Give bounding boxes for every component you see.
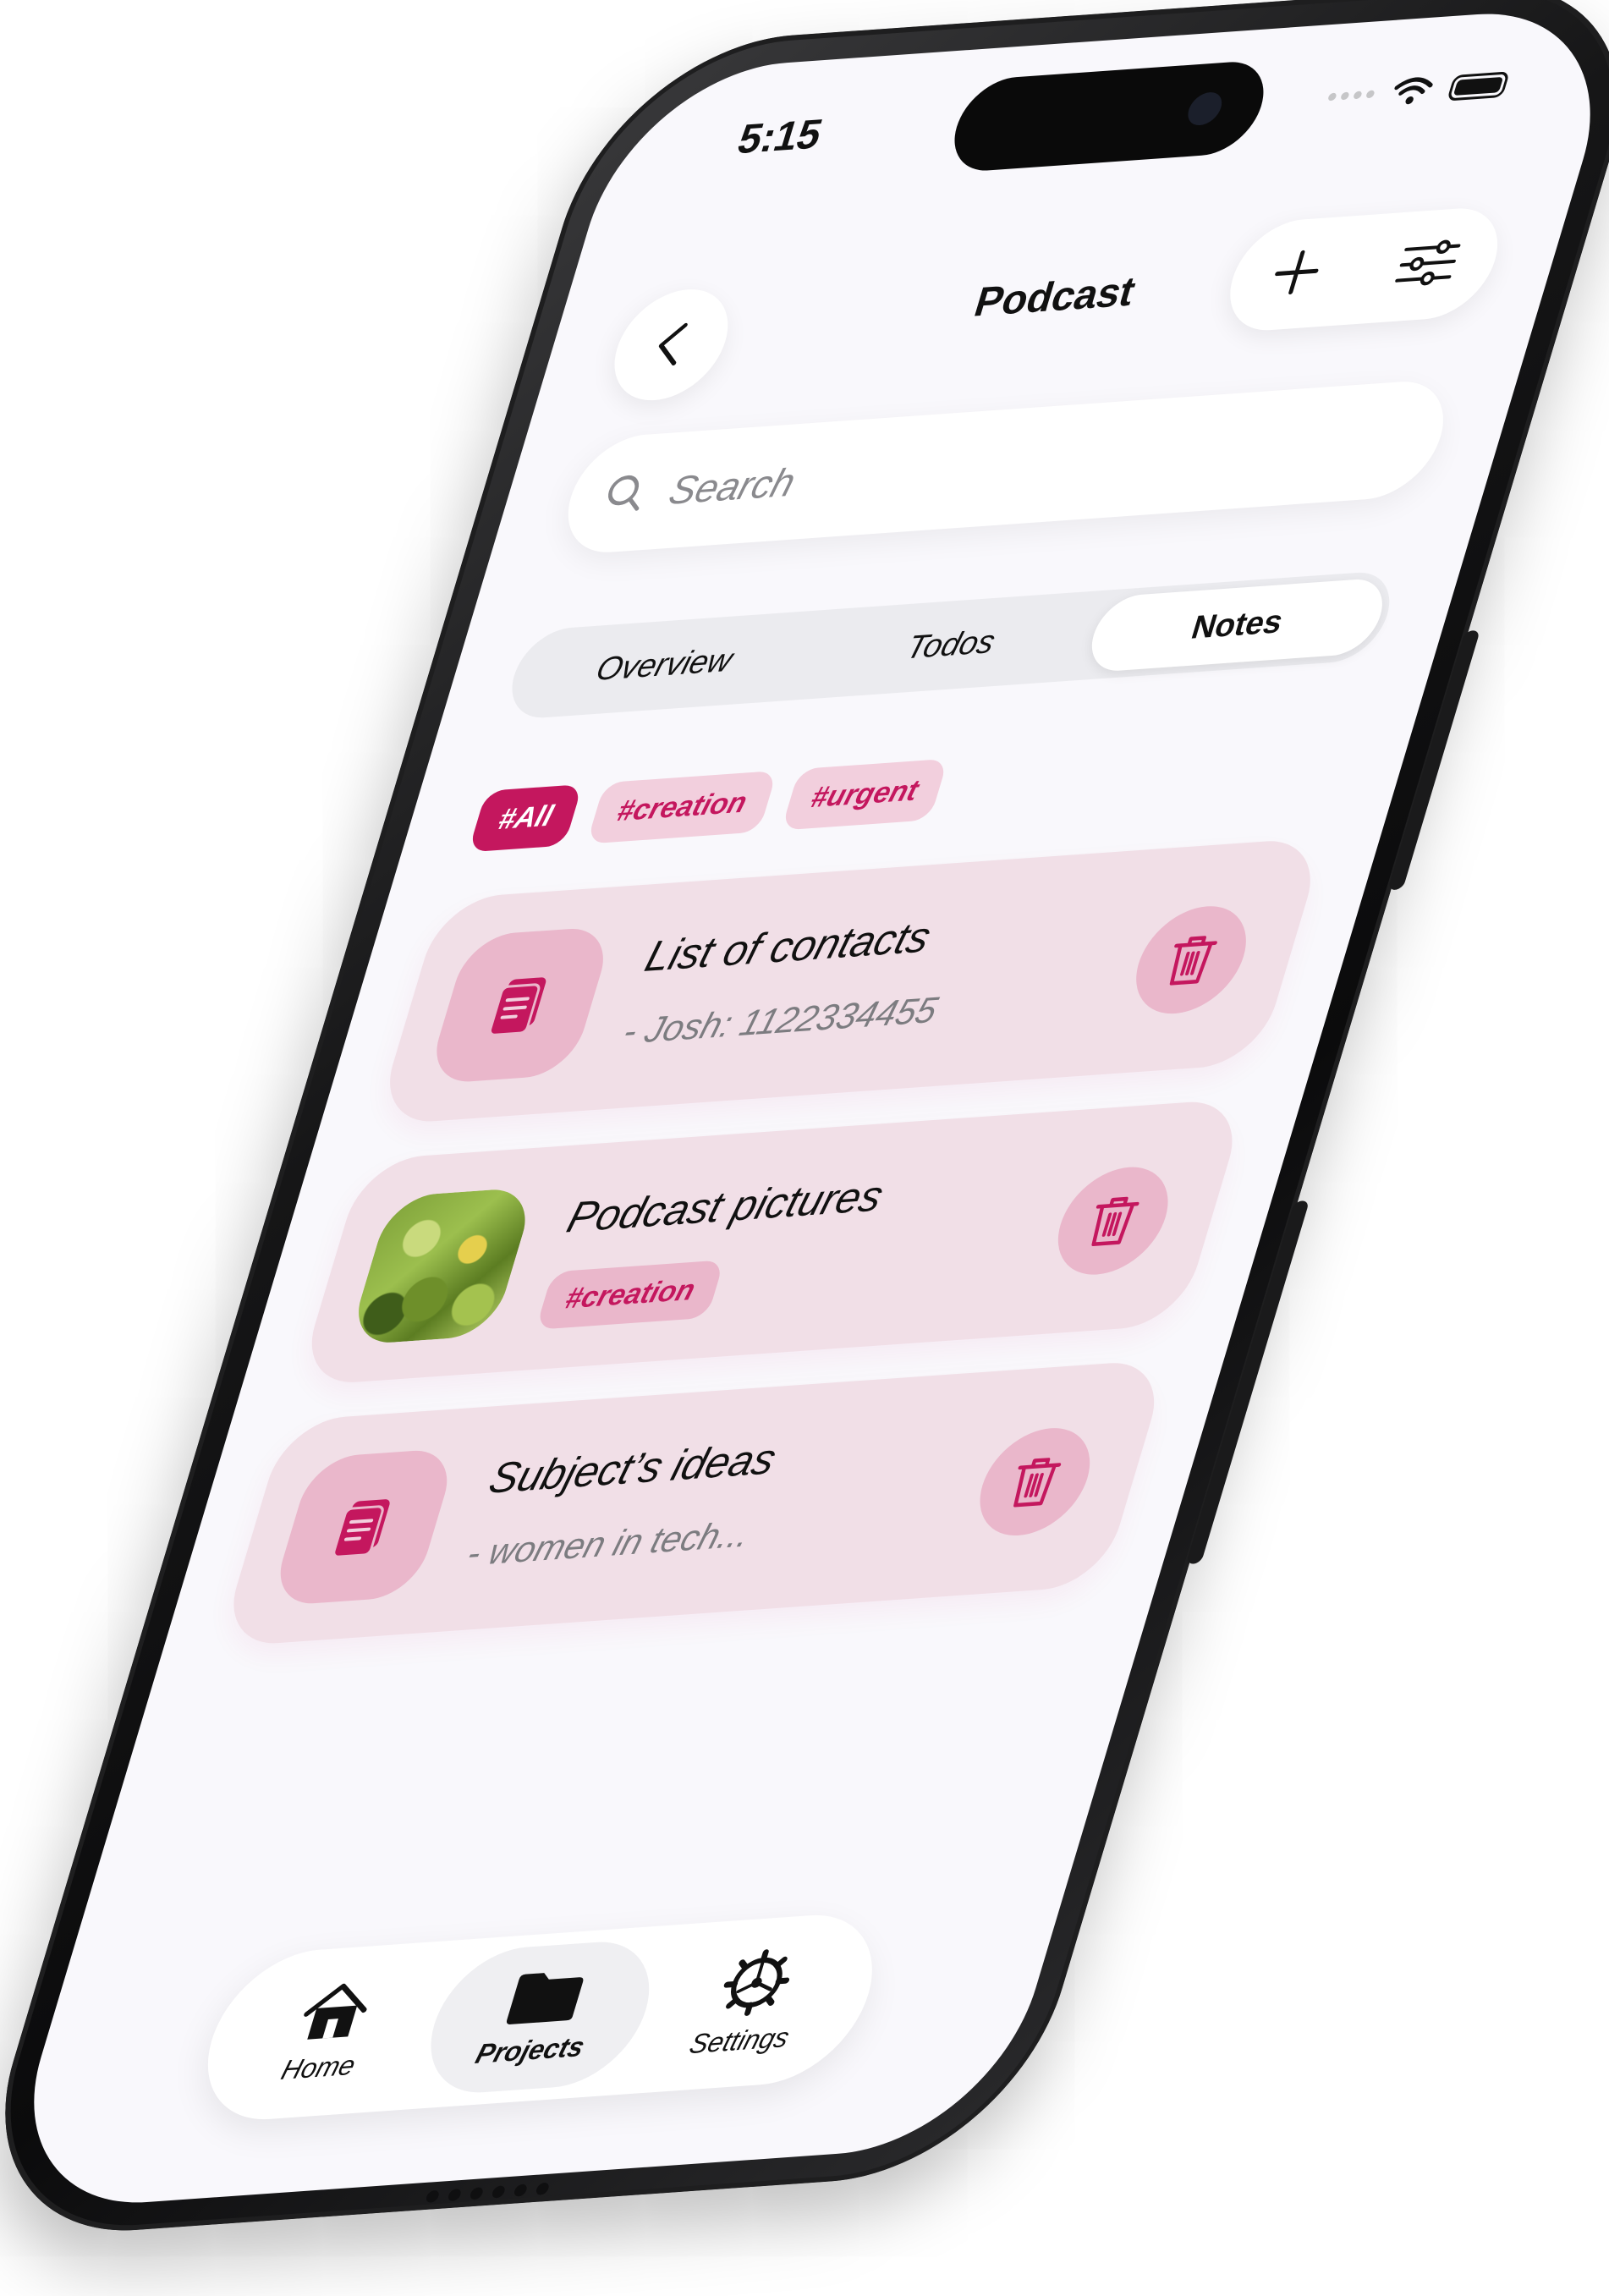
notes-list: List of contacts - Josh: 1122334455 Podc… [208, 837, 1326, 1682]
search-icon [608, 475, 640, 511]
note-thumbnail [425, 926, 615, 1085]
delete-button[interactable] [1044, 1163, 1182, 1278]
note-title: Subject’s ideas [483, 1434, 783, 1503]
search-bar[interactable] [553, 377, 1458, 557]
note-tag: #creation [535, 1260, 725, 1330]
note-icon [332, 1499, 390, 1558]
tab-label: Settings [686, 2021, 794, 2059]
note-preview: - women in tech... [462, 1513, 755, 1574]
tab-projects[interactable]: Projects [413, 1936, 667, 2098]
trash-icon [1013, 1458, 1062, 1508]
gear-icon [724, 1948, 790, 2016]
status-icons [1324, 69, 1511, 111]
tag-filter-urgent[interactable]: #urgent [780, 758, 949, 831]
home-icon [304, 1983, 367, 2040]
tab-overview[interactable]: Overview [509, 617, 819, 713]
header-actions [1216, 205, 1512, 334]
search-input[interactable] [662, 420, 1323, 515]
note-card[interactable]: Podcast pictures #creation [296, 1098, 1248, 1387]
trash-icon [1169, 936, 1217, 986]
tab-notes[interactable]: Notes [1082, 577, 1392, 673]
sliders-icon [1394, 239, 1461, 285]
tag-filters: #All #creation #urgent [468, 758, 949, 853]
filter-button[interactable] [1389, 237, 1464, 294]
delete-button[interactable] [966, 1424, 1104, 1540]
dynamic-island [942, 58, 1276, 174]
speaker-grille [425, 2182, 551, 2204]
status-time: 5:15 [732, 111, 827, 163]
note-card[interactable]: List of contacts - Josh: 1122334455 [374, 837, 1326, 1126]
tag-filter-creation[interactable]: #creation [586, 770, 777, 844]
add-button[interactable] [1263, 245, 1328, 303]
tab-settings[interactable]: Settings [623, 1923, 878, 2083]
note-preview: - Josh: 1122334455 [618, 989, 942, 1052]
tab-label: Projects [472, 2030, 589, 2069]
tag-filter-all[interactable]: #All [468, 783, 584, 853]
folder-icon [507, 1972, 584, 2024]
phone-frame: 5:15 Podcast Search Overview Todos Notes… [0, 0, 1609, 2243]
tab-todos[interactable]: Todos [796, 597, 1106, 694]
note-card[interactable]: Subject’s ideas - women in tech... [218, 1359, 1170, 1648]
wifi-icon [1394, 77, 1433, 105]
screen: 5:15 Podcast Search Overview Todos Notes… [0, 3, 1609, 2213]
note-photo-thumbnail [347, 1186, 537, 1346]
camera-icon [1183, 91, 1227, 127]
note-icon [488, 977, 546, 1036]
tab-bar: Home Projects Settings [186, 1909, 894, 2125]
battery-icon [1446, 71, 1511, 102]
note-title: List of contacts [640, 912, 937, 981]
note-title: Podcast pictures [562, 1171, 889, 1242]
trash-icon [1091, 1196, 1139, 1247]
delete-button[interactable] [1123, 903, 1260, 1018]
stage: 5:15 Podcast Search Overview Todos Notes… [0, 0, 1609, 2296]
tab-home[interactable]: Home [202, 1952, 457, 2112]
note-thumbnail [268, 1447, 459, 1607]
segmented-control: Overview Todos Notes [500, 569, 1401, 721]
tab-label: Home [277, 2048, 360, 2085]
signal-icon [1327, 89, 1376, 101]
plus-icon [1274, 250, 1319, 294]
